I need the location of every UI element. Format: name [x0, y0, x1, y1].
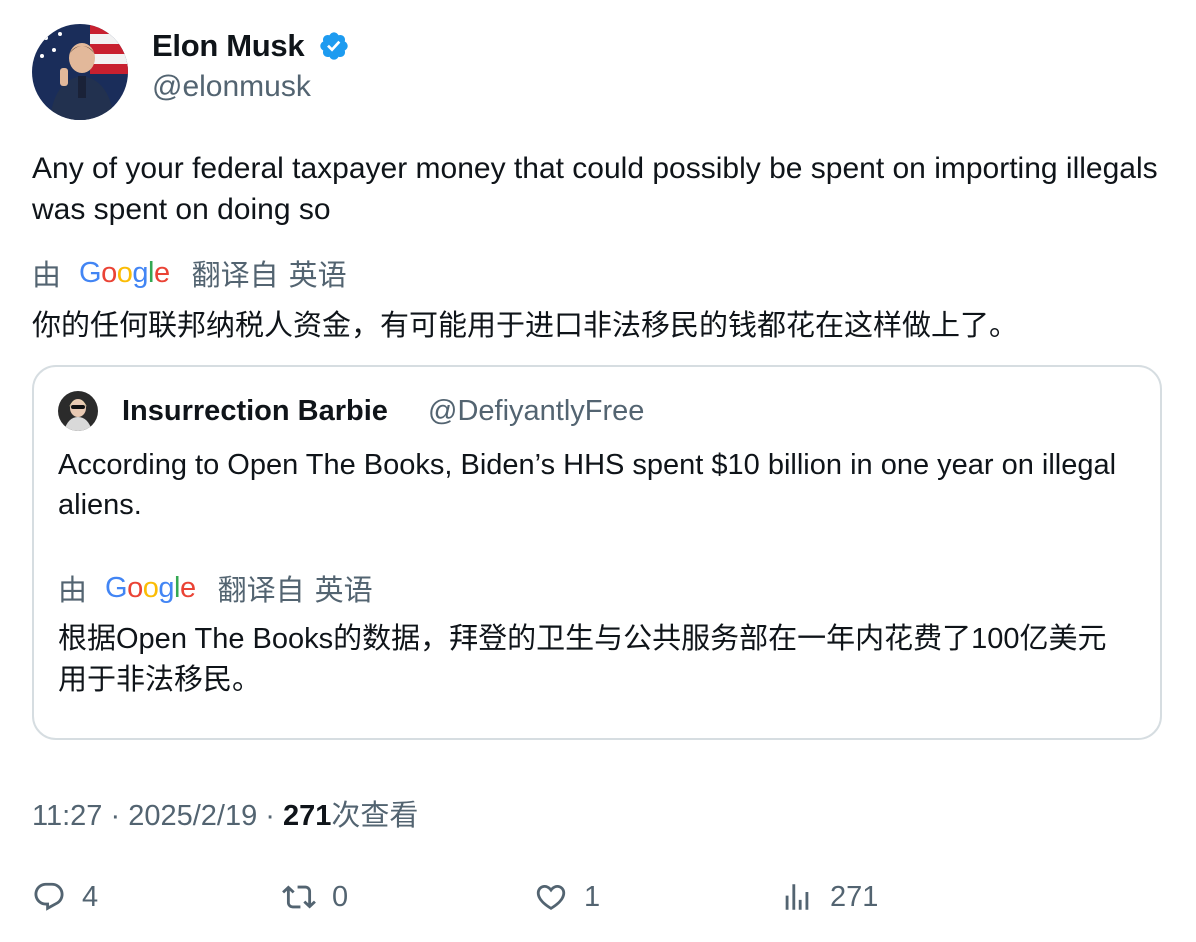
quoted-translated-text: 根据Open The Books的数据，拜登的卫生与公共服务部在一年内花费了10… [58, 623, 1107, 696]
tweet-meta: 11:27 · 2025/2/19 · 271次查看 [32, 792, 418, 834]
quoted-translation-by-label: 由 [58, 575, 88, 607]
quoted-google-logo: Google [105, 571, 196, 604]
translated-text: 你的任何联邦纳税人资金，有可能用于进口非法移民的钱都花在这样做上了。 [32, 310, 1019, 342]
like-button[interactable]: 1 [534, 880, 600, 914]
translation-by-label: 由 [32, 260, 62, 292]
quoted-author-handle[interactable]: @DefiyantlyFree [428, 395, 644, 428]
tweet-time[interactable]: 11:27 [32, 800, 102, 832]
author-avatar[interactable] [32, 24, 128, 120]
heart-icon [536, 884, 566, 910]
retweet-icon [282, 885, 316, 909]
quoted-author-avatar[interactable] [58, 391, 98, 431]
quoted-author-name[interactable]: Insurrection Barbie [122, 395, 388, 428]
translated-from-label: 翻译自 [191, 260, 279, 292]
translation-attribution: 由 Google 翻译自 英语 [32, 252, 347, 294]
views-chart-icon [785, 884, 809, 910]
views-count: 271 [283, 800, 332, 832]
source-language: 英语 [288, 260, 347, 292]
avatar-image [32, 24, 128, 120]
quoted-translation-attribution: 由 Google 翻译自 英语 [58, 567, 373, 609]
quoted-source-language: 英语 [314, 575, 373, 607]
views-action-count: 271 [830, 880, 879, 913]
like-count: 1 [584, 880, 601, 913]
quoted-avatar-image [58, 391, 98, 431]
reply-button[interactable]: 4 [32, 880, 98, 914]
reply-icon [34, 882, 64, 911]
tweet-date[interactable]: 2025/2/19 [128, 800, 257, 832]
tweet-text: Any of your federal taxpayer money that … [32, 152, 1158, 226]
verified-badge-icon[interactable] [318, 30, 350, 62]
author-name[interactable]: Elon Musk [152, 28, 305, 64]
views-button[interactable]: 271 [780, 880, 878, 914]
google-logo: Google [79, 256, 170, 289]
views-label: 次查看 [331, 800, 419, 832]
quoted-translated-from-label: 翻译自 [217, 575, 305, 607]
quoted-tweet[interactable]: Insurrection Barbie @DefiyantlyFree Acco… [32, 365, 1162, 740]
retweet-button[interactable]: 0 [282, 880, 348, 914]
retweet-count: 0 [332, 880, 349, 913]
quoted-tweet-text: According to Open The Books, Biden’s HHS… [58, 449, 1117, 521]
meta-separator: · [110, 800, 121, 832]
meta-separator: · [265, 800, 275, 832]
reply-count: 4 [82, 880, 99, 913]
author-handle[interactable]: @elonmusk [152, 70, 311, 104]
